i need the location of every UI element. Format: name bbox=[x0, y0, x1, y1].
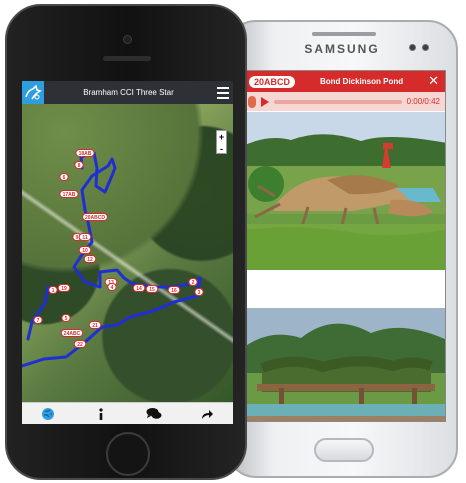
fence-marker[interactable]: 8 bbox=[74, 161, 84, 169]
course-map-header: Bramham CCI Three Star bbox=[22, 81, 233, 104]
samsung-home-button[interactable] bbox=[314, 438, 374, 462]
fence-marker-label: 19 bbox=[61, 286, 67, 292]
fence-marker-label: 24ABC bbox=[64, 331, 81, 337]
tab-map[interactable] bbox=[36, 405, 60, 423]
hedge-fence-image bbox=[243, 308, 445, 421]
fence-marker[interactable]: 5 bbox=[61, 314, 71, 322]
fence-marker[interactable]: 24ABC bbox=[60, 329, 84, 337]
fence-marker[interactable]: 15 bbox=[145, 285, 159, 293]
route-line bbox=[22, 151, 202, 368]
lobster-fence-image bbox=[243, 112, 445, 270]
fence-marker-label: 18AB bbox=[79, 151, 92, 157]
fence-marker-label: 6 bbox=[63, 175, 66, 181]
fence-marker-label: 2 bbox=[192, 280, 195, 286]
fence-marker-label: 12 bbox=[87, 257, 93, 263]
fence-marker-label: 8 bbox=[78, 163, 81, 169]
fence-marker[interactable]: 21 bbox=[88, 321, 102, 329]
fence-marker[interactable]: 18AB bbox=[75, 149, 95, 157]
fence-marker-label: 4 bbox=[111, 285, 114, 291]
iphone-speaker bbox=[103, 56, 151, 61]
fence-marker[interactable]: 12 bbox=[83, 255, 97, 263]
course-title: Bramham CCI Three Star bbox=[83, 88, 174, 97]
play-icon[interactable] bbox=[261, 96, 269, 107]
hamburger-menu-icon[interactable] bbox=[213, 81, 233, 104]
zoom-in-button[interactable]: + bbox=[219, 131, 224, 143]
fence-marker[interactable]: 1 bbox=[48, 286, 58, 294]
fence-markers: 18AB8617AB20ABCD91011121314 15 162319724AB… bbox=[33, 149, 204, 348]
fence-marker[interactable]: 7 bbox=[33, 316, 43, 324]
fence-marker-label: 16 bbox=[171, 288, 177, 294]
fence-marker-label: 22 bbox=[77, 342, 83, 348]
route-line-branch bbox=[26, 285, 50, 341]
fence-marker-label: 1 bbox=[52, 288, 55, 294]
samsung-brand: SAMSUNG bbox=[304, 42, 380, 56]
horse-logo-svg bbox=[25, 84, 42, 99]
fence-marker[interactable]: 2 bbox=[188, 278, 198, 286]
zoom-out-button[interactable]: - bbox=[220, 143, 223, 155]
bottom-tab-bar bbox=[22, 402, 233, 424]
fence-title: Bond Dickinson Pond bbox=[320, 77, 404, 86]
fence-marker-label: 10 bbox=[82, 248, 88, 254]
tab-share[interactable] bbox=[195, 405, 219, 423]
fence-marker[interactable]: 6 bbox=[59, 173, 69, 181]
iphone-home-button[interactable] bbox=[106, 432, 150, 476]
samsung-screen: 20ABCD Bond Dickinson Pond ✕ 0:00/0:42 bbox=[242, 70, 446, 422]
fence-marker-label: 7 bbox=[37, 318, 40, 324]
samsung-speaker bbox=[312, 32, 376, 36]
audio-progress-track[interactable] bbox=[274, 99, 402, 104]
horse-logo-icon[interactable] bbox=[22, 81, 44, 104]
course-map[interactable]: 18AB 8 6 17AB 20ABCD 9 10 11 12 13 14 15 16 2 3 19 7 24AB… bbox=[22, 104, 233, 402]
iphone-phone: Bramham CCI Three Star 18AB 8 6 17AB 20ABCD 9… bbox=[5, 4, 247, 480]
fence-number-badge: 20ABCD bbox=[249, 75, 296, 88]
fence-marker-label: 20ABCD bbox=[85, 215, 105, 221]
fence-marker[interactable]: 20ABCD bbox=[82, 213, 108, 221]
fence-photo-hedge bbox=[243, 308, 445, 421]
audio-player: 0:00/0:42 bbox=[243, 92, 445, 111]
fence-marker[interactable]: 22 bbox=[73, 340, 87, 348]
close-icon[interactable]: ✕ bbox=[428, 75, 439, 88]
course-route-overlay: 18AB8617AB20ABCD91011121314 15 162319724AB… bbox=[22, 149, 204, 368]
fence-marker[interactable]: 16 bbox=[167, 286, 181, 294]
share-icon bbox=[201, 409, 213, 419]
fence-photo-lobster bbox=[243, 112, 445, 270]
fence-marker-label: 9 bbox=[76, 235, 79, 241]
globe-icon bbox=[42, 407, 55, 420]
fence-marker[interactable]: 10 bbox=[78, 246, 92, 254]
fence-marker-label: 15 bbox=[149, 287, 155, 293]
device-mockup-stage: SAMSUNG 20ABCD Bond Dickinson Pond ✕ 0:0… bbox=[0, 0, 466, 483]
fence-marker-label: 5 bbox=[65, 316, 68, 322]
audio-time: 0:00/0:42 bbox=[406, 97, 440, 106]
zoom-control[interactable]: + - bbox=[216, 130, 227, 154]
menu-line bbox=[217, 91, 229, 94]
tab-info[interactable] bbox=[89, 405, 113, 423]
fence-marker-label: 21 bbox=[92, 323, 98, 329]
fence-marker[interactable]: 17AB bbox=[59, 190, 79, 198]
chat-icon bbox=[146, 408, 162, 419]
iphone-camera-icon bbox=[123, 35, 132, 44]
samsung-phone: SAMSUNG 20ABCD Bond Dickinson Pond ✕ 0:0… bbox=[226, 20, 458, 478]
microphone-icon bbox=[248, 95, 256, 108]
iphone-screen: Bramham CCI Three Star 18AB 8 6 17AB 20ABCD 9… bbox=[22, 81, 233, 424]
fence-marker-label: 14 bbox=[136, 286, 142, 292]
fence-marker[interactable]: 19 bbox=[57, 284, 71, 292]
info-icon bbox=[99, 407, 103, 420]
fence-marker-label: 17AB bbox=[63, 192, 76, 198]
fence-marker-label: 11 bbox=[82, 235, 88, 241]
fence-header: 20ABCD Bond Dickinson Pond ✕ bbox=[243, 71, 445, 92]
fence-marker[interactable]: 4 bbox=[107, 283, 117, 291]
fence-marker[interactable]: 11 bbox=[78, 233, 92, 241]
fence-marker[interactable]: 3 bbox=[194, 288, 204, 296]
fence-marker-label: 3 bbox=[198, 290, 201, 296]
menu-line bbox=[217, 86, 229, 89]
tab-chat[interactable] bbox=[142, 405, 166, 423]
fence-marker[interactable]: 14 bbox=[132, 284, 146, 292]
menu-line bbox=[217, 96, 229, 99]
